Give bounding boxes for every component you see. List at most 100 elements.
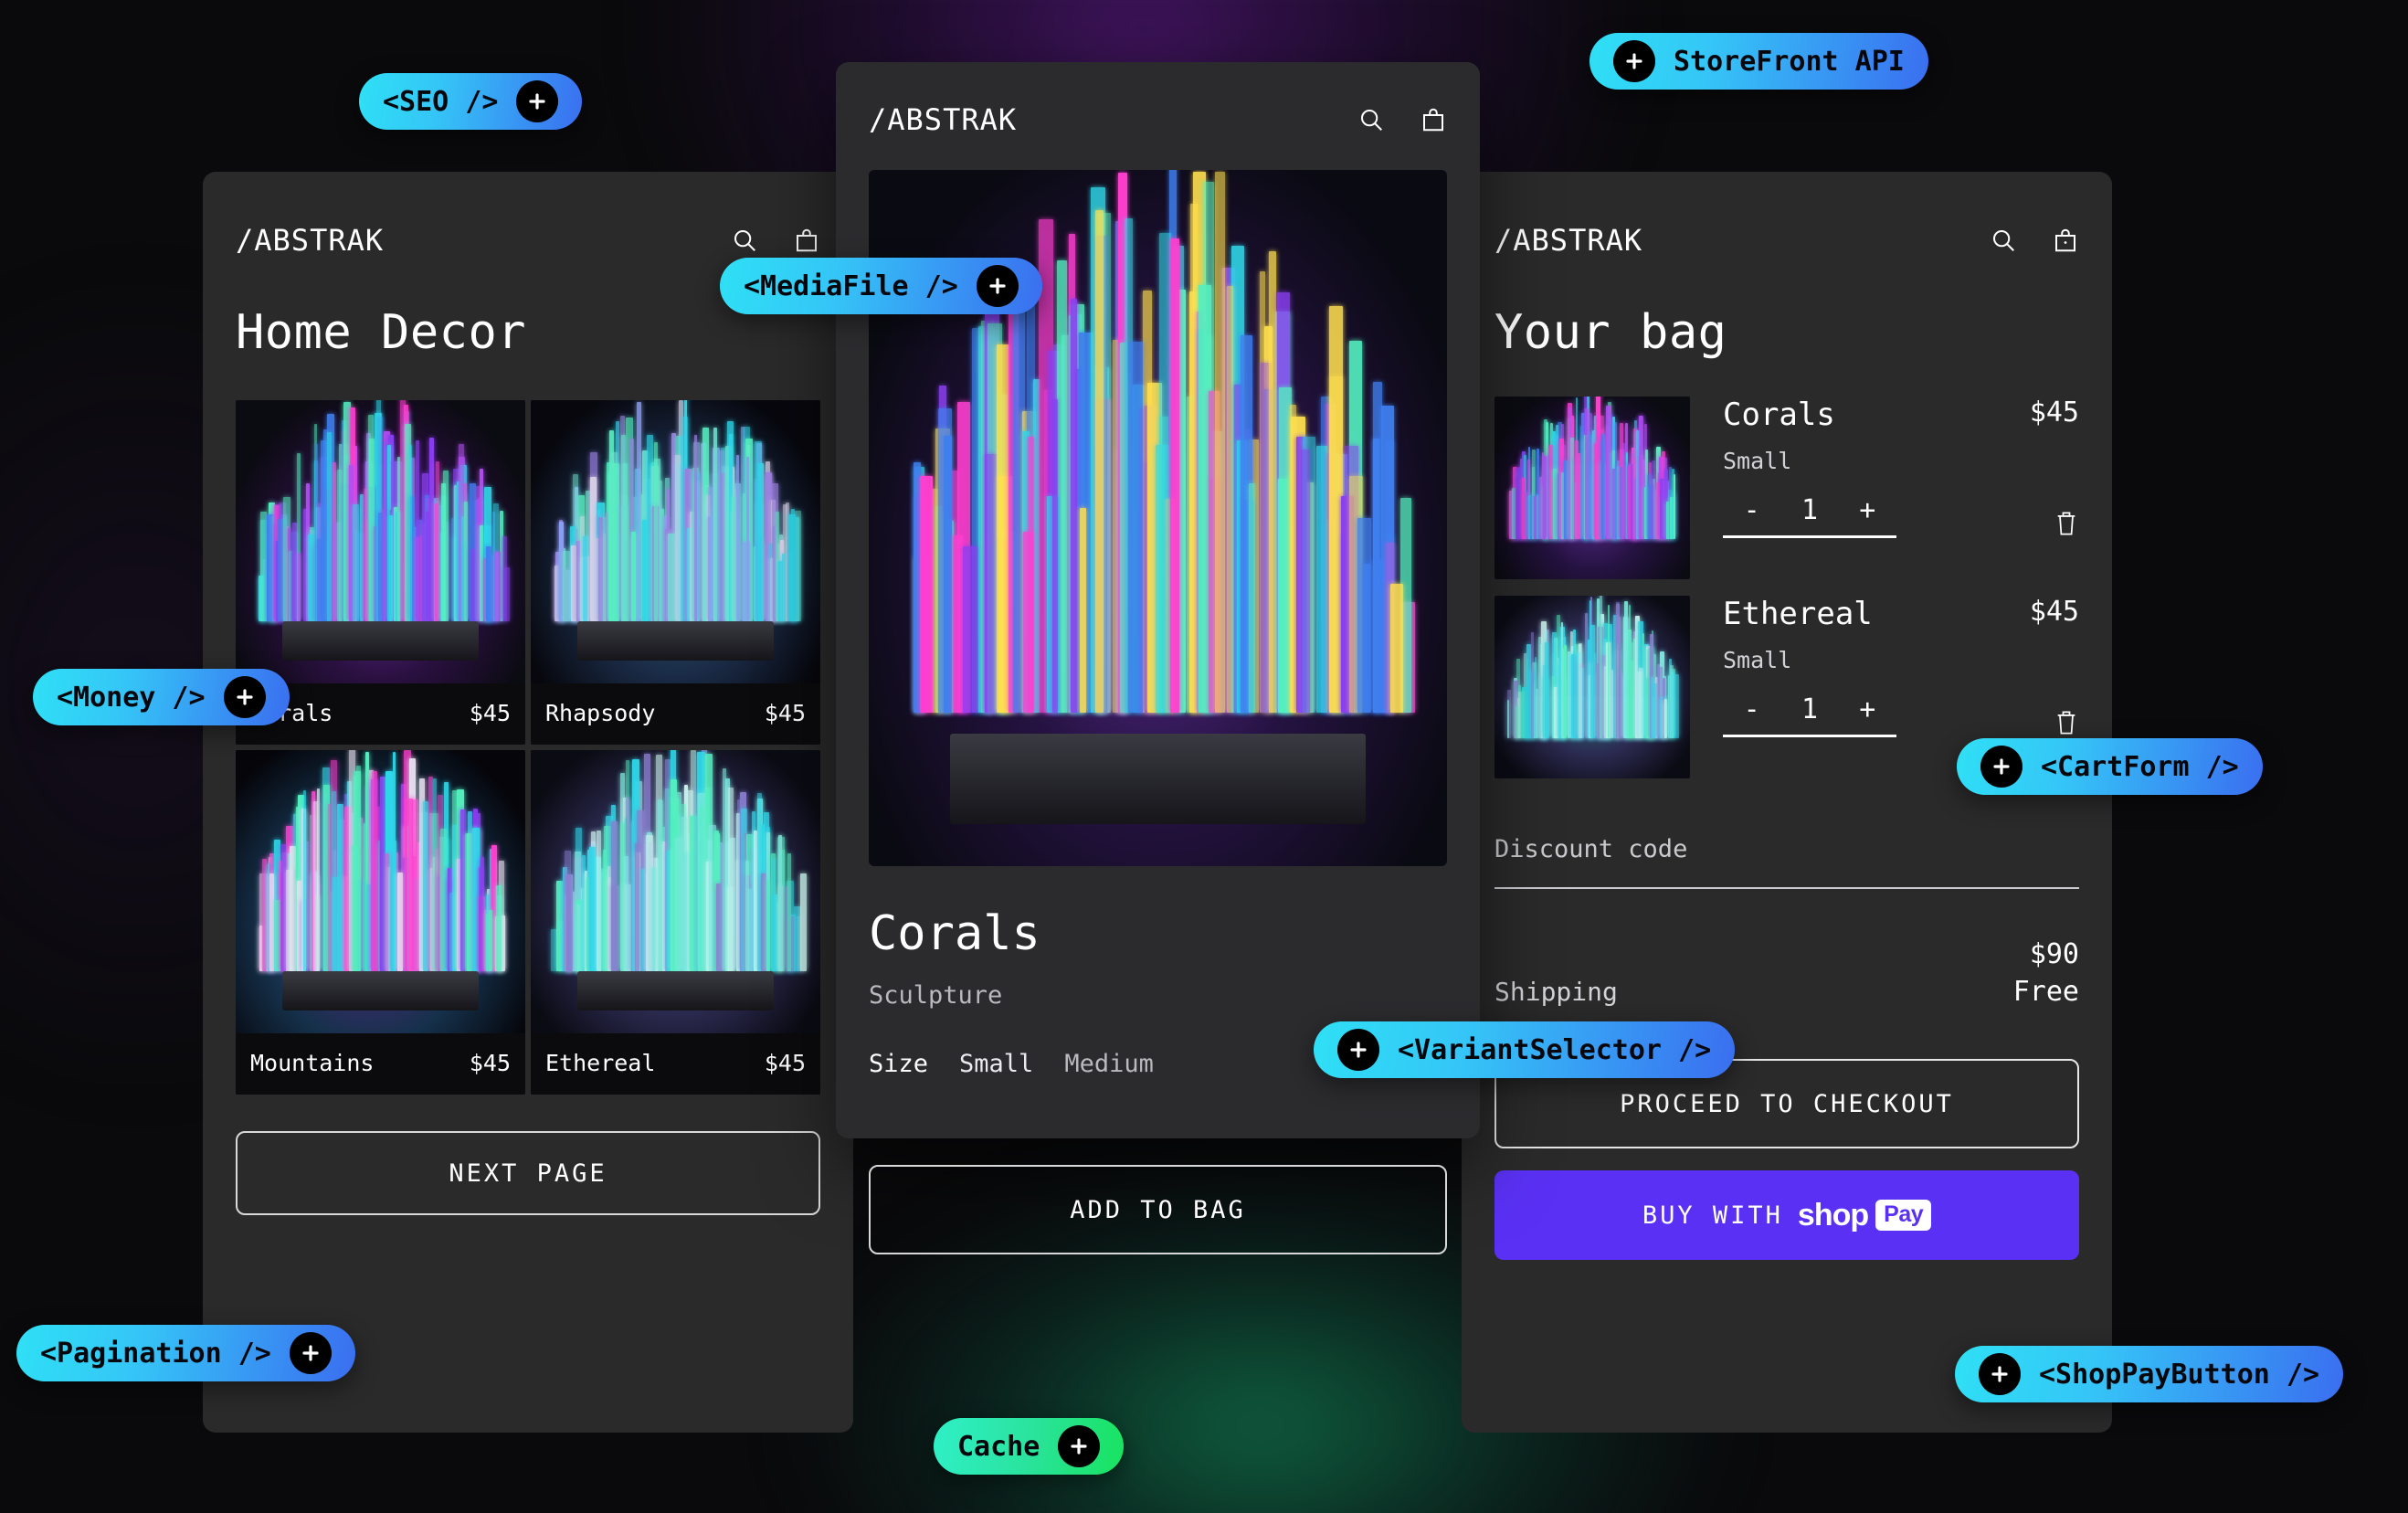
cart-totals: $90 Shipping Free [1494, 938, 2079, 1008]
plus-icon[interactable] [516, 80, 559, 122]
product-header: /ABSTRAK [869, 62, 1447, 137]
brand-logo[interactable]: /ABSTRAK [236, 223, 384, 258]
trash-icon[interactable] [2054, 509, 2079, 538]
cart-panel: /ABSTRAK Your bag Corals $45 Small - 1 +… [1462, 172, 2112, 1433]
badge-mediafile[interactable]: <MediaFile /> [720, 258, 1042, 314]
decrement-button[interactable]: - [1744, 693, 1760, 725]
cart-item-image [1494, 596, 1690, 778]
shop-pay-prefix: BUY WITH [1642, 1201, 1783, 1230]
badge-seo[interactable]: <SEO /> [359, 73, 583, 130]
discount-code-field[interactable]: Discount code [1494, 835, 2079, 889]
product-image [236, 400, 525, 683]
plus-icon[interactable] [1613, 40, 1655, 82]
next-page-button[interactable]: NEXT PAGE [236, 1131, 820, 1215]
subtotal-row: $90 [1494, 938, 2079, 970]
product-image [531, 750, 820, 1033]
product-title: Corals [869, 906, 1040, 961]
brand-logo[interactable]: /ABSTRAK [869, 102, 1017, 137]
cart-line-item: Corals $45 Small - 1 + [1494, 397, 2079, 579]
product-price: $45 [469, 700, 511, 726]
plus-icon[interactable] [223, 676, 266, 718]
badge-label: <MediaFile /> [744, 270, 958, 302]
cart-item-price: $45 [2029, 397, 2079, 429]
header-icon-group [1990, 227, 2079, 254]
badge-label: <Pagination /> [40, 1337, 271, 1370]
search-icon[interactable] [1357, 106, 1385, 133]
add-to-bag-button[interactable]: ADD TO BAG [869, 1165, 1447, 1254]
size-label: Size [869, 1050, 929, 1078]
cart-item-variant: Small [1723, 647, 1792, 673]
shop-pay-logo: shop Pay [1797, 1197, 1932, 1233]
badge-shoppaybutton[interactable]: <ShopPayButton /> [1955, 1346, 2344, 1402]
badge-pagination[interactable]: <Pagination /> [16, 1325, 355, 1381]
shop-pay-wordmark: shop [1797, 1197, 1869, 1233]
product-name: Ethereal [545, 1050, 656, 1076]
size-option-small[interactable]: Small [959, 1050, 1033, 1078]
plus-icon[interactable] [289, 1332, 332, 1374]
header-icon-group [731, 227, 820, 254]
cart-item-price: $45 [2029, 596, 2079, 628]
page-title: Your bag [1494, 305, 1727, 360]
increment-button[interactable]: + [1859, 693, 1875, 725]
badge-label: StoreFront API [1674, 45, 1905, 78]
shopping-bag-icon[interactable] [2052, 227, 2079, 254]
header-icon-group [1357, 106, 1447, 133]
product-image [531, 400, 820, 683]
trash-icon[interactable] [2054, 708, 2079, 737]
badge-cache[interactable]: Cache [934, 1418, 1125, 1475]
search-icon[interactable] [1990, 227, 2017, 254]
badge-label: Cache [957, 1430, 1040, 1463]
product-card[interactable]: Mountains $45 [236, 750, 525, 1095]
collection-panel: /ABSTRAK Home Decor Corals $45 Rhapsody … [203, 172, 853, 1433]
brand-logo[interactable]: /ABSTRAK [1494, 223, 1642, 258]
badge-cartform[interactable]: <CartForm /> [1957, 738, 2263, 795]
shopping-bag-icon[interactable] [1420, 106, 1447, 133]
badge-variantselector[interactable]: <VariantSelector /> [1314, 1021, 1736, 1078]
quantity-value: 1 [1801, 693, 1819, 725]
shipping-label: Shipping [1494, 977, 1618, 1007]
shipping-row: Shipping Free [1494, 976, 2079, 1008]
product-price: $45 [469, 1050, 511, 1076]
shop-pay-button[interactable]: BUY WITH shop Pay [1494, 1170, 2079, 1260]
badge-label: <CartForm /> [2041, 750, 2239, 783]
shopping-bag-icon[interactable] [793, 227, 820, 254]
page-title: Home Decor [236, 305, 527, 360]
size-option-medium[interactable]: Medium [1064, 1050, 1154, 1078]
product-card[interactable]: Rhapsody $45 [531, 400, 820, 745]
decrement-button[interactable]: - [1744, 494, 1760, 526]
badge-label: <VariantSelector /> [1398, 1033, 1712, 1066]
add-to-bag-wrap: ADD TO BAG [836, 1165, 1480, 1254]
badge-money[interactable]: <Money /> [33, 669, 290, 725]
badge-label: <Money /> [57, 681, 206, 714]
product-subtitle: Sculpture [869, 981, 1003, 1010]
product-price: $45 [764, 700, 806, 726]
quantity-stepper: - 1 + [1723, 693, 1896, 737]
badge-storefront-api[interactable]: StoreFront API [1589, 33, 1928, 90]
plus-icon[interactable] [1337, 1029, 1379, 1071]
quantity-value: 1 [1801, 494, 1819, 526]
product-grid: Corals $45 Rhapsody $45 Mountains $45 Et… [236, 400, 820, 1095]
cart-item-name: Ethereal [1723, 596, 1873, 632]
product-detail-panel: /ABSTRAK Corals Sculpture Size Small Med… [836, 62, 1480, 1138]
shop-pay-chip: Pay [1875, 1200, 1932, 1231]
product-name: Rhapsody [545, 700, 656, 726]
plus-icon[interactable] [1058, 1425, 1101, 1467]
increment-button[interactable]: + [1859, 494, 1875, 526]
plus-icon[interactable] [1980, 746, 2023, 788]
cart-item-variant: Small [1723, 448, 1792, 474]
subtotal-value: $90 [2029, 938, 2079, 970]
cart-item-name: Corals [1723, 397, 1835, 433]
plus-icon[interactable] [1979, 1353, 2021, 1395]
search-icon[interactable] [731, 227, 758, 254]
cart-header: /ABSTRAK [1494, 172, 2079, 258]
plus-icon[interactable] [976, 265, 1019, 307]
badge-label: <SEO /> [383, 85, 499, 118]
discount-code-label: Discount code [1494, 835, 1688, 863]
product-card[interactable]: Ethereal $45 [531, 750, 820, 1095]
quantity-stepper: - 1 + [1723, 494, 1896, 538]
badge-label: <ShopPayButton /> [2039, 1358, 2320, 1391]
cart-line-items: Corals $45 Small - 1 + Ethereal $45 Smal… [1494, 397, 2079, 778]
cart-item-image [1494, 397, 1690, 579]
collection-header: /ABSTRAK [236, 172, 820, 258]
discount-code-underline [1494, 887, 2079, 889]
